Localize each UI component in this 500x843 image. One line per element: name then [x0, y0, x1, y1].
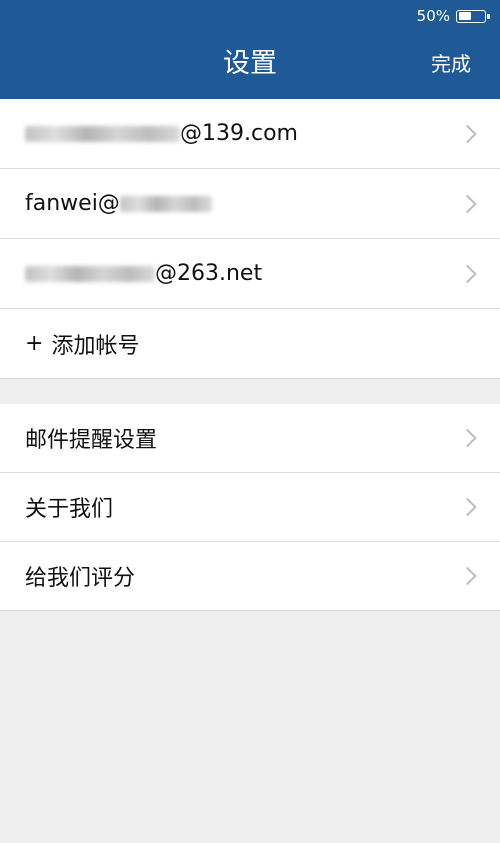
menu-item-mail-notification[interactable]: 邮件提醒设置	[0, 404, 500, 473]
done-button[interactable]: 完成	[431, 50, 471, 78]
add-account-label: 添加帐号	[51, 333, 140, 359]
battery-level-fill	[458, 12, 471, 20]
account-email-user: fanwei@	[25, 191, 120, 216]
account-row-fanwei[interactable]: fanwei@	[0, 169, 500, 239]
chevron-right-icon	[458, 124, 477, 143]
redacted-text	[25, 125, 180, 142]
plus-icon: +	[25, 331, 44, 356]
chevron-right-icon	[458, 497, 477, 517]
settings-section: 邮件提醒设置 关于我们 给我们评分	[0, 404, 500, 611]
menu-item-label: 邮件提醒设置	[25, 428, 158, 453]
menu-item-label: 给我们评分	[25, 566, 136, 591]
chevron-right-icon	[458, 264, 477, 283]
account-row-263[interactable]: @263.net	[0, 239, 500, 309]
menu-item-about-us[interactable]: 关于我们	[0, 473, 500, 542]
nav-bar: 50% 设置 完成	[0, 0, 500, 99]
chevron-right-icon	[458, 566, 477, 586]
section-divider	[0, 379, 500, 404]
account-email-domain: @139.com	[180, 121, 298, 146]
battery-percent: 50%	[416, 7, 450, 25]
redacted-text	[25, 265, 155, 282]
add-account-button[interactable]: + 添加帐号	[0, 309, 500, 379]
account-email-domain: @263.net	[155, 261, 263, 286]
menu-item-rate-us[interactable]: 给我们评分	[0, 542, 500, 611]
chevron-right-icon	[458, 194, 477, 213]
accounts-section: @139.com fanwei@ @263.net + 添加帐号	[0, 99, 500, 379]
battery-icon	[456, 9, 490, 23]
chevron-right-icon	[458, 428, 477, 448]
account-row-139[interactable]: @139.com	[0, 99, 500, 169]
redacted-text	[119, 195, 212, 212]
menu-item-label: 关于我们	[25, 497, 114, 522]
page-title: 设置	[223, 48, 277, 79]
status-bar: 50%	[416, 6, 490, 26]
